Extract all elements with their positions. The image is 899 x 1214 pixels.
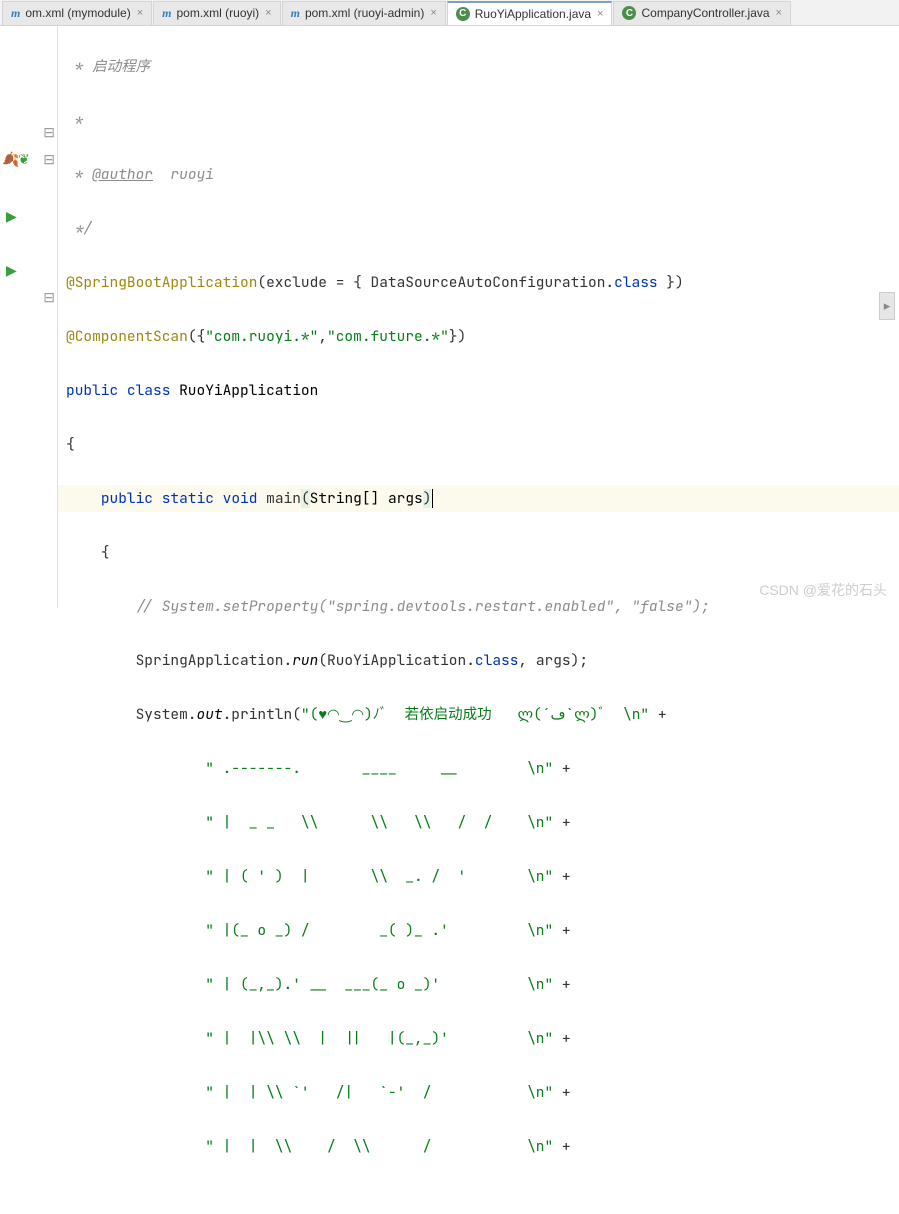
code-line: public class RuoYiApplication — [58, 377, 899, 404]
java-class-icon: C — [456, 7, 470, 21]
text-caret — [432, 489, 433, 508]
comment-text: * — [66, 111, 83, 130]
close-icon[interactable]: × — [597, 8, 603, 20]
bean-icon[interactable]: 🍂 — [2, 151, 19, 168]
tab-pom-ruoyi[interactable]: mpom.xml (ruoyi)× — [153, 1, 280, 25]
code-line: @ComponentScan({"com.ruoyi.*","com.futur… — [58, 323, 899, 350]
code-line: " | | \\ `' /| `-' / \n" + — [58, 1079, 899, 1106]
fold-icon[interactable]: ⊟ — [43, 289, 55, 306]
code-line: " |(_ o _) / _( )_ .' \n" + — [58, 917, 899, 944]
tab-company-controller[interactable]: CCompanyController.java× — [613, 1, 791, 25]
java-class-icon: C — [622, 6, 636, 20]
code-line: " | (_,_).' __ ___(_ o _)' \n" + — [58, 971, 899, 998]
code-line-current: public static void main(String[] args) — [58, 485, 899, 512]
fold-icon[interactable]: ⊟ — [43, 124, 55, 141]
close-icon[interactable]: × — [137, 7, 143, 19]
code-line: " .-------. ____ __ \n" + — [58, 755, 899, 782]
code-line: System.out.println("(♥◠‿◠)ﾉﾞ 若依启动成功 ლ(´ڡ… — [58, 701, 899, 728]
code-line: @SpringBootApplication(exclude = { DataS… — [58, 269, 899, 296]
maven-icon: m — [162, 6, 171, 21]
editor-tabs: mom.xml (mymodule)× mpom.xml (ruoyi)× mp… — [0, 0, 899, 26]
code-line: " | ( ' ) | \\ _. / ' \n" + — [58, 863, 899, 890]
fold-icon[interactable]: ⊟ — [43, 151, 55, 168]
close-icon[interactable]: × — [776, 7, 782, 19]
run-icon[interactable]: ▶ — [6, 208, 17, 225]
close-icon[interactable]: × — [430, 7, 436, 19]
comment-text: // System.setProperty("spring.devtools.r… — [66, 597, 710, 616]
run-icon[interactable]: ▶ — [6, 262, 17, 279]
spring-icon[interactable]: ❦ — [18, 151, 30, 168]
code-line: " | _ _ \\ \\ \\ / / \n" + — [58, 809, 899, 836]
tab-pom-ruoyi-admin[interactable]: mpom.xml (ruoyi-admin)× — [282, 1, 446, 25]
code-line: { — [58, 539, 899, 566]
comment-text: * 启动程序 — [66, 57, 150, 76]
close-icon[interactable]: × — [265, 7, 271, 19]
tab-pom-mymodule[interactable]: mom.xml (mymodule)× — [2, 1, 152, 25]
maven-icon: m — [11, 6, 20, 21]
code-line: SpringApplication.run(RuoYiApplication.c… — [58, 647, 899, 674]
code-line: " | | \\ / \\ / \n" + — [58, 1133, 899, 1160]
code-editor[interactable]: * 启动程序 * * @author ruoyi */ @SpringBootA… — [58, 26, 899, 608]
scroll-right-button[interactable]: ▸ — [879, 292, 895, 320]
gutter[interactable]: ⊟ 🍂 ❦ ⊟ ▶ ▶ ⊟ — [0, 26, 58, 608]
comment-text: * @author ruoyi — [66, 165, 214, 184]
comment-text: */ — [66, 219, 92, 238]
code-line: { — [58, 431, 899, 458]
code-line: " | |\\ \\ | || |(_,_)' \n" + — [58, 1025, 899, 1052]
maven-icon: m — [291, 6, 300, 21]
watermark-text: CSDN @爱花的石头 — [759, 580, 887, 600]
tab-ruoyi-application[interactable]: CRuoYiApplication.java× — [447, 1, 613, 25]
editor-area: ⊟ 🍂 ❦ ⊟ ▶ ▶ ⊟ * 启动程序 * * @author ruoyi *… — [0, 26, 899, 608]
